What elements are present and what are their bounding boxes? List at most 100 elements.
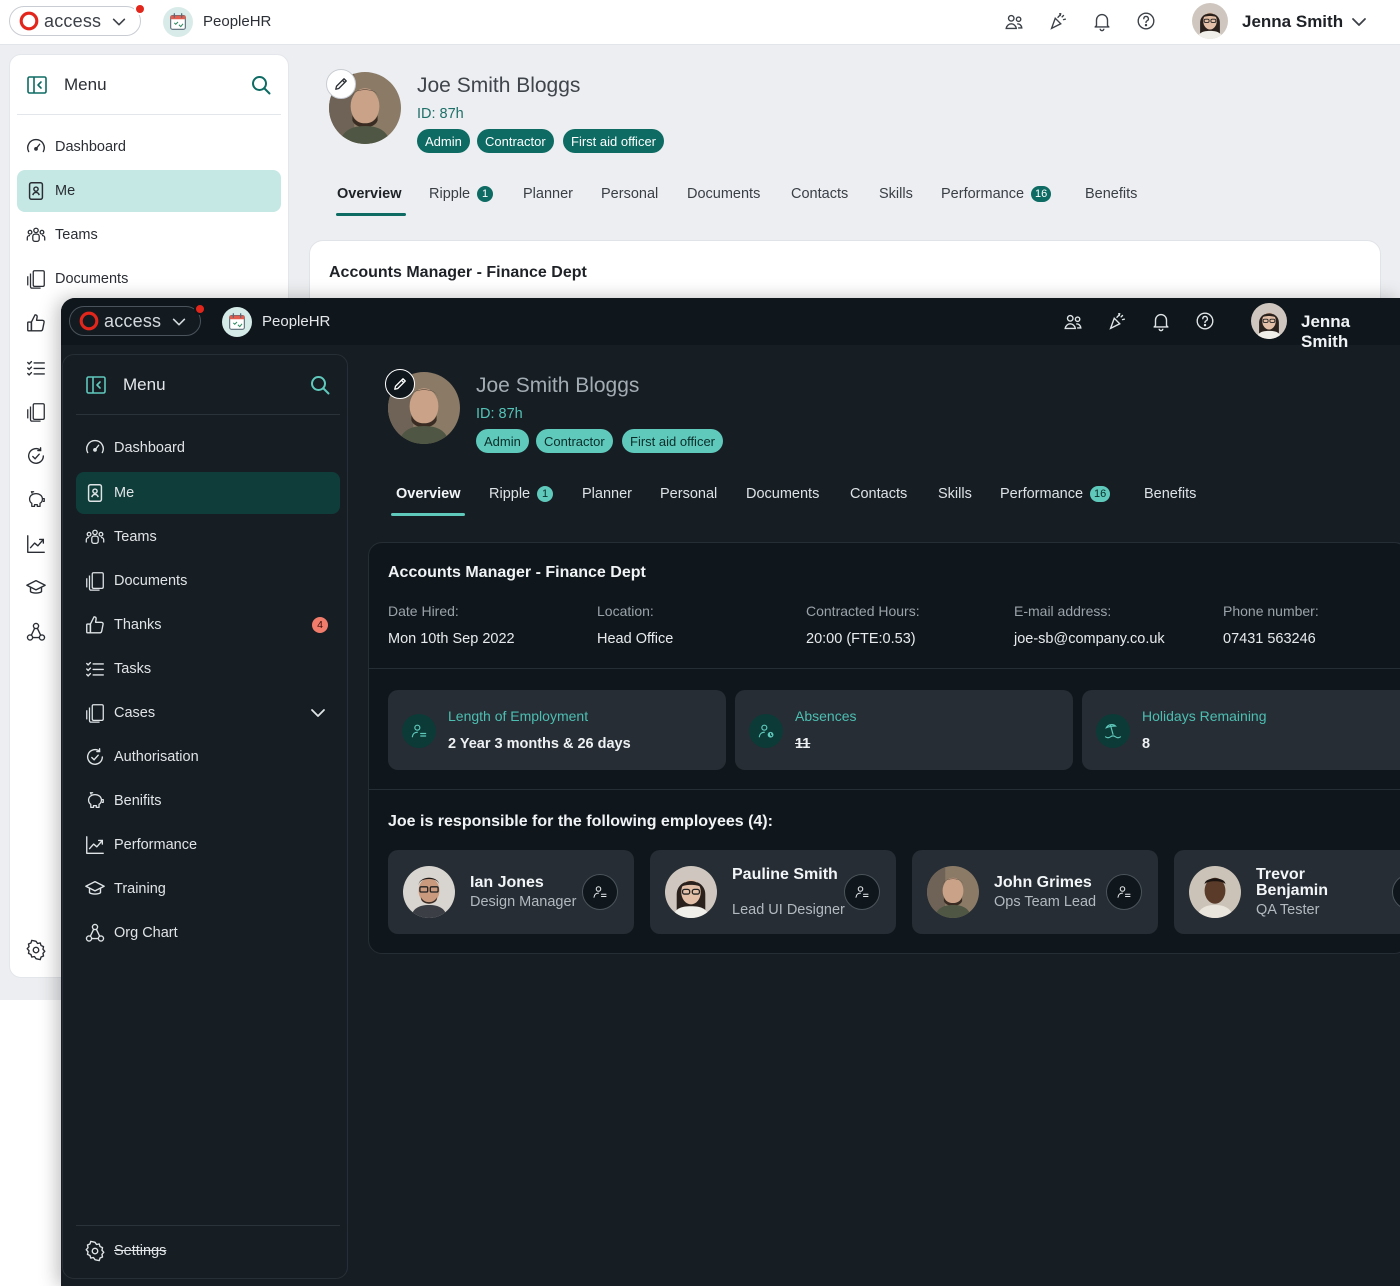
app-name: PeopleHR xyxy=(262,313,331,330)
graduation-cap-icon xyxy=(25,577,47,599)
beach-icon xyxy=(1096,714,1130,748)
avatar xyxy=(665,866,717,918)
sidebar-item-me[interactable]: Me xyxy=(76,472,340,514)
tab-contacts[interactable]: Contacts xyxy=(791,186,848,202)
sidebar-item-label: Training xyxy=(114,881,166,897)
menu-title: Menu xyxy=(64,75,107,94)
celebrate-icon[interactable] xyxy=(1106,310,1128,332)
sidebar-item-label: Me xyxy=(114,485,135,501)
tab-ripple[interactable]: Ripple 1 xyxy=(429,186,494,202)
user-name[interactable]: Jenna Smith xyxy=(1301,312,1400,352)
celebrate-icon[interactable] xyxy=(1047,10,1069,32)
sidebar-item-cases[interactable]: Cases xyxy=(76,692,340,734)
stat-label: Absences xyxy=(795,708,857,724)
chevron-down-icon[interactable] xyxy=(1349,12,1369,32)
sidebar-item-teams[interactable]: Teams xyxy=(17,214,281,256)
sidebar-item-training[interactable]: Training xyxy=(76,868,340,910)
menu-divider xyxy=(76,1225,340,1226)
user-name[interactable]: Jenna Smith xyxy=(1242,12,1343,32)
profile-name: Joe Smith Bloggs xyxy=(417,74,581,97)
collapse-menu-icon[interactable] xyxy=(25,73,49,97)
view-employee-button[interactable] xyxy=(1106,874,1142,910)
id-badge-icon xyxy=(25,180,47,202)
employee-role: Design Manager xyxy=(470,894,577,910)
employee-card[interactable]: John Grimes Ops Team Lead xyxy=(912,850,1158,934)
employee-name: Pauline Smith xyxy=(732,866,838,883)
bell-icon[interactable] xyxy=(1091,10,1113,32)
sidebar-item-org-chart[interactable]: Org Chart xyxy=(76,912,340,954)
sidebar-item-documents[interactable]: Documents xyxy=(17,258,281,300)
employee-card[interactable]: Pauline Smith Lead UI Designer xyxy=(650,850,896,934)
tab-benefits[interactable]: Benefits xyxy=(1144,486,1196,502)
view-employee-button[interactable] xyxy=(1392,874,1400,910)
bell-icon[interactable] xyxy=(1150,310,1172,332)
help-icon[interactable] xyxy=(1194,310,1216,332)
stat-value: 11 xyxy=(795,736,811,752)
authorisation-icon xyxy=(25,445,47,467)
chevron-down-icon[interactable] xyxy=(308,703,328,723)
phone-value[interactable]: 07431 563246 xyxy=(1223,631,1316,647)
job-title: Accounts Manager - Finance Dept xyxy=(388,564,646,581)
contracted-hours-label: Contracted Hours: xyxy=(806,603,920,619)
tab-personal[interactable]: Personal xyxy=(660,486,717,502)
view-employee-button[interactable] xyxy=(582,874,618,910)
user-clock-icon xyxy=(749,714,783,748)
access-app-switcher[interactable]: access xyxy=(69,303,206,336)
sidebar-item-documents[interactable]: Documents xyxy=(76,560,340,602)
sidebar-item-performance[interactable]: Performance xyxy=(76,824,340,866)
tab-count: 1 xyxy=(537,486,554,502)
foreground-window-dark: access PeopleHR Jenna Smith Menu Dashboa… xyxy=(61,298,1400,1286)
stat-length-of-employment: Length of Employment 2 Year 3 months & 2… xyxy=(388,690,726,770)
search-icon[interactable] xyxy=(308,373,332,397)
sidebar-item-label: Cases xyxy=(114,705,156,721)
tab-documents[interactable]: Documents xyxy=(746,486,819,502)
tab-contacts[interactable]: Contacts xyxy=(850,486,907,502)
edit-photo-button[interactable] xyxy=(385,369,415,399)
tab-benefits[interactable]: Benefits xyxy=(1085,186,1137,202)
view-employee-button[interactable] xyxy=(844,874,880,910)
tab-overview[interactable]: Overview xyxy=(337,186,402,202)
employee-card[interactable]: Trevor Benjamin QA Tester xyxy=(1174,850,1400,934)
tab-planner[interactable]: Planner xyxy=(582,486,632,502)
tab-ripple[interactable]: Ripple 1 xyxy=(489,486,554,502)
tab-planner[interactable]: Planner xyxy=(523,186,573,202)
sidebar-item-tasks[interactable]: Tasks xyxy=(76,648,340,690)
sidebar-item-label: Org Chart xyxy=(114,925,178,941)
email-value[interactable]: joe-sb@company.co.uk xyxy=(1014,631,1165,647)
people-icon[interactable] xyxy=(1062,311,1084,333)
tab-personal[interactable]: Personal xyxy=(601,186,658,202)
sidebar-item-thanks[interactable]: Thanks 4 xyxy=(76,604,340,646)
sidebar-item-me[interactable]: Me xyxy=(17,170,281,212)
employee-name: Ian Jones xyxy=(470,874,544,891)
employee-card[interactable]: Ian Jones Design Manager xyxy=(388,850,634,934)
tab-performance[interactable]: Performance 16 xyxy=(941,186,1052,202)
edit-photo-button[interactable] xyxy=(326,69,356,99)
tag-admin: Admin xyxy=(476,429,529,453)
top-bar: access PeopleHR Jenna Smith xyxy=(0,0,1400,45)
user-avatar[interactable] xyxy=(1251,303,1287,339)
tab-overview[interactable]: Overview xyxy=(396,486,461,502)
sidebar-item-label: Teams xyxy=(55,227,98,243)
people-icon[interactable] xyxy=(1003,11,1025,33)
sidebar-item-benefits[interactable]: Benifits xyxy=(76,780,340,822)
collapse-menu-icon[interactable] xyxy=(84,373,108,397)
sidebar-item-dashboard[interactable]: Dashboard xyxy=(17,126,281,168)
sidebar-item-teams[interactable]: Teams xyxy=(76,516,340,558)
stat-absences: Absences 11 xyxy=(735,690,1073,770)
user-avatar[interactable] xyxy=(1192,3,1228,39)
sidebar-item-authorisation[interactable]: Authorisation xyxy=(76,736,340,778)
tab-performance[interactable]: Performance 16 xyxy=(1000,486,1111,502)
sidebar-item-settings[interactable]: Settings xyxy=(76,1230,340,1272)
help-icon[interactable] xyxy=(1135,10,1157,32)
gear-icon xyxy=(25,939,47,961)
sidebar-item-dashboard[interactable]: Dashboard xyxy=(76,427,340,469)
gauge-icon xyxy=(84,437,106,459)
org-chart-icon xyxy=(25,621,47,643)
tab-skills[interactable]: Skills xyxy=(938,486,972,502)
profile-id: ID: 87h xyxy=(476,406,523,422)
search-icon[interactable] xyxy=(249,73,273,97)
access-app-switcher[interactable]: access xyxy=(9,3,146,36)
card-divider xyxy=(369,668,1400,669)
tab-skills[interactable]: Skills xyxy=(879,186,913,202)
tab-documents[interactable]: Documents xyxy=(687,186,760,202)
